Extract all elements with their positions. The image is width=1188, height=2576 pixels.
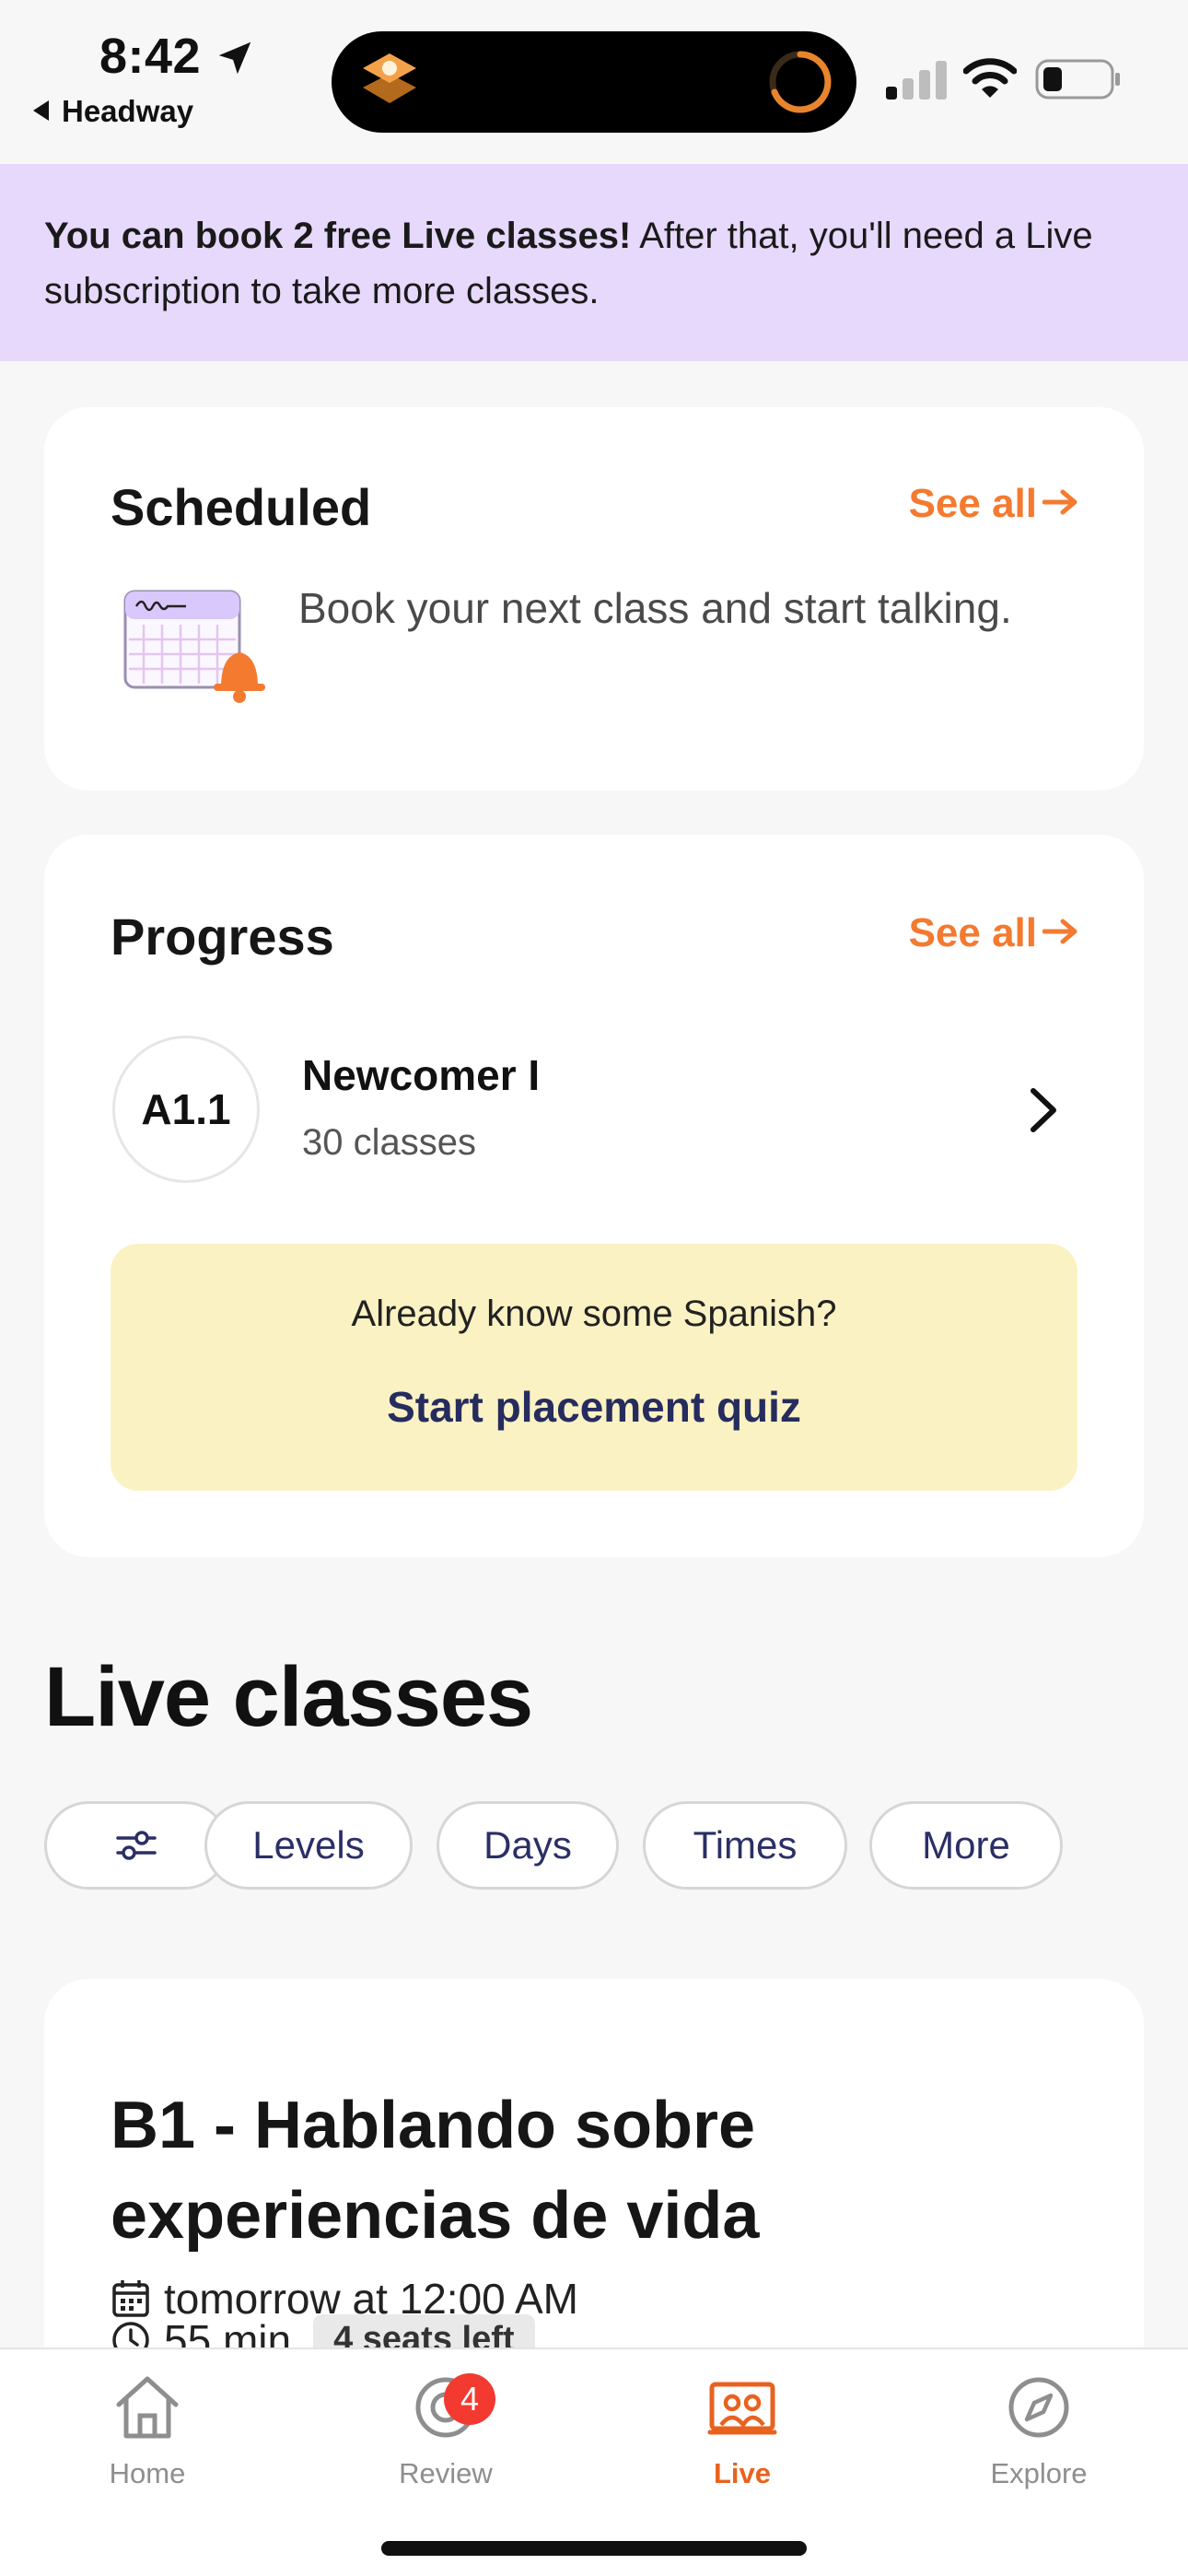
back-app-name: Headway [62, 94, 194, 128]
tab-live-label: Live [713, 2457, 772, 2489]
filter-levels-chip[interactable]: Levels [204, 1801, 413, 1890]
clock: 8:42 [99, 29, 202, 84]
filter-times-chip[interactable]: Times [643, 1801, 847, 1890]
quiz-question: Already know some Spanish? [351, 1294, 837, 1334]
compass-icon [1008, 2377, 1069, 2438]
filter-settings-button[interactable] [44, 1801, 228, 1890]
wifi-icon [963, 58, 1017, 98]
sliders-icon [116, 1831, 157, 1860]
filter-days-chip[interactable]: Days [437, 1801, 619, 1890]
review-count-badge: 4 [444, 2373, 495, 2425]
tab-explore[interactable]: Explore [947, 2371, 1131, 2490]
battery-icon [1035, 59, 1120, 100]
tab-home[interactable]: Home [55, 2371, 239, 2490]
calendar-icon [112, 2280, 149, 2317]
scheduled-empty-text: Book your next class and start talking. [298, 584, 1012, 632]
tab-explore-label: Explore [990, 2457, 1088, 2489]
progress-card: Progress See all A1.1 Newcomer I 30 clas… [44, 835, 1144, 1557]
status-bar: 8:42 Headway [0, 0, 1188, 164]
scheduled-card: Scheduled See all Book your next class a… [44, 407, 1144, 790]
class-title: B1 - Hablando sobre experiencias de vida [111, 2089, 760, 2253]
scheduled-see-all-link[interactable]: See all [909, 481, 1079, 527]
live-class-icon [707, 2382, 777, 2435]
progress-title: Progress [111, 907, 334, 966]
back-triangle-icon [33, 100, 49, 121]
arrow-right-icon [1042, 489, 1077, 515]
banner-headline: You can book 2 free Live classes! [44, 216, 632, 256]
level-badge: A1.1 [112, 1036, 260, 1183]
tab-home-label: Home [109, 2457, 186, 2489]
progress-see-all-link[interactable]: See all [909, 910, 1079, 956]
activity-ring-icon [769, 51, 832, 113]
scheduled-title: Scheduled [111, 478, 372, 536]
see-all-label: See all [908, 910, 1037, 955]
home-indicator[interactable] [381, 2541, 807, 2556]
level-name: Newcomer I [302, 1051, 541, 1099]
app-logo-icon [363, 53, 416, 103]
calendar-bell-icon [123, 590, 265, 703]
location-arrow-icon [218, 41, 251, 75]
see-all-label: See all [908, 481, 1037, 526]
arrow-right-icon [1042, 919, 1077, 944]
chevron-right-icon [1031, 1088, 1056, 1132]
cellular-signal-icon [886, 61, 947, 100]
live-classes-heading: Live classes [44, 1650, 533, 1744]
house-icon [116, 2376, 179, 2439]
filter-more-chip[interactable]: More [869, 1801, 1063, 1890]
placement-quiz-box: Already know some Spanish? Start placeme… [111, 1244, 1077, 1491]
tab-live[interactable]: Live [650, 2371, 834, 2490]
level-class-count: 30 classes [302, 1122, 476, 1163]
start-placement-quiz-button[interactable]: Start placement quiz [111, 1382, 1077, 1432]
tab-review[interactable]: 4 Review [354, 2371, 538, 2490]
back-to-app-link[interactable]: Headway [33, 94, 193, 129]
free-classes-banner: You can book 2 free Live classes! After … [0, 164, 1188, 361]
tab-review-label: Review [399, 2457, 493, 2489]
